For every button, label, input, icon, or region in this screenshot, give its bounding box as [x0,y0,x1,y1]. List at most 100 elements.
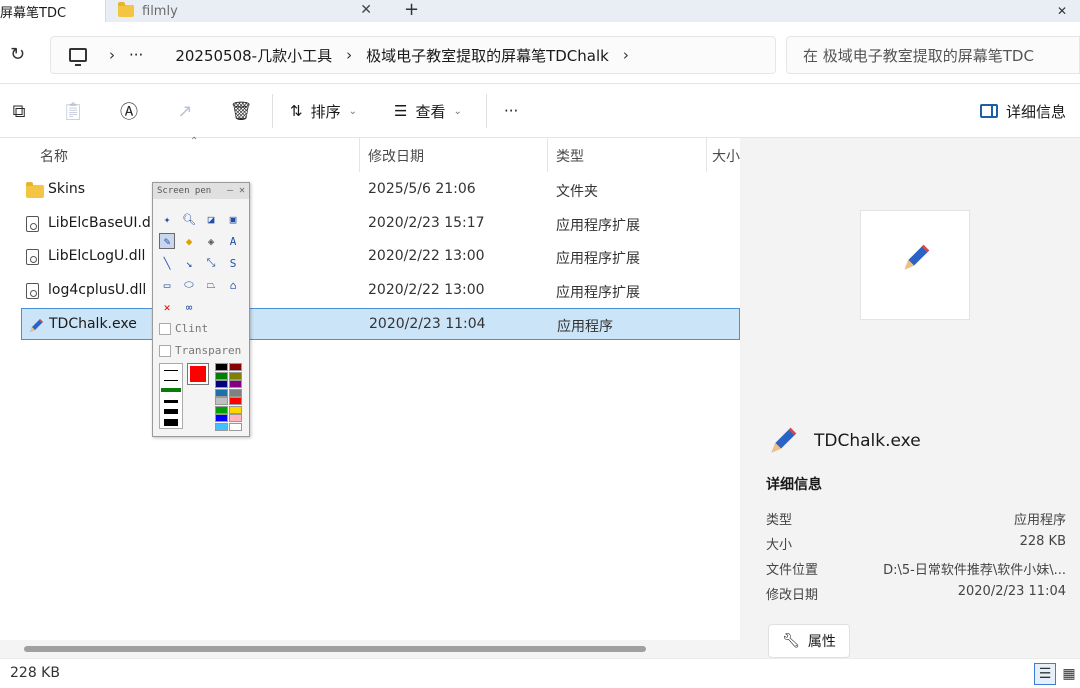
delete-icon[interactable]: 🗑︎ [230,100,253,122]
close-tab-icon[interactable]: ✕ [360,2,372,18]
chevron-right-icon[interactable]: › [346,46,352,64]
column-header-date[interactable]: 修改日期 [368,146,424,166]
more-button[interactable]: ··· [504,98,518,124]
new-tab-button[interactable]: + [404,0,419,20]
zoom-icon[interactable]: 🔍︎ [181,211,197,227]
pointer-icon[interactable]: ✦ [159,211,175,227]
color-swatch[interactable] [215,371,228,380]
color-swatch[interactable] [229,405,242,414]
refresh-icon[interactable]: ↻ [10,44,25,65]
details-view-icon[interactable]: ☰ [1034,663,1056,685]
prop-value[interactable]: D:\5-日常软件推荐\软件小妹\... [883,559,1066,578]
details-file-title: TDChalk.exe [766,424,921,458]
tab-filmly[interactable]: filmly ✕ [110,0,380,22]
eraser-icon[interactable]: ◆ [181,233,197,249]
paste-icon[interactable]: 📋︎ [62,100,85,122]
horizontal-scrollbar[interactable] [0,640,740,658]
dll-icon [26,249,39,265]
line-width-option[interactable] [164,419,178,426]
hide-icon[interactable]: ∞ [181,299,197,315]
tiles-view-icon[interactable]: ▦ [1058,663,1080,685]
column-divider[interactable] [706,138,707,172]
color-swatch[interactable] [215,363,228,371]
file-date: 2020/2/23 11:04 [369,316,486,332]
arrow-icon[interactable]: ↘ [181,255,197,271]
column-divider[interactable] [359,138,360,172]
breadcrumb-item[interactable]: 极域电子教室提取的屏幕笔TDChalk [366,45,609,66]
breadcrumb-ellipsis[interactable]: ··· [129,46,143,64]
line-width-option[interactable] [164,409,178,414]
share-icon[interactable]: ↗ [174,100,196,122]
color-swatch[interactable] [229,422,242,431]
file-row[interactable]: LibElcBaseUI.dll 2020/2/23 15:17 应用程序扩展 [0,208,740,240]
column-header-name[interactable]: 名称 [40,146,68,166]
toolbar-divider [486,94,487,128]
color-swatch[interactable] [229,380,242,388]
minimize-close-icons[interactable]: — ✕ [227,183,245,199]
file-type: 应用程序 [557,319,613,335]
screen-icon[interactable]: ◪ [203,211,219,227]
column-header-type[interactable]: 类型 [556,146,584,166]
sort-up-icon: ⌃ [190,136,199,147]
color-swatch[interactable] [215,422,228,431]
curve-icon[interactable]: S [225,255,241,271]
pen-icon [30,319,43,332]
address-bar[interactable]: › ··· 20250508-几款小工具 › 极域电子教室提取的屏幕笔TDCha… [50,36,776,74]
ellipse-icon[interactable]: ⬭ [181,277,197,293]
sort-button[interactable]: ⇅ 排序 ⌄ [290,98,357,124]
color-swatch[interactable] [215,414,228,422]
screen-pen-titlebar[interactable]: Screen pen — ✕ [153,183,249,199]
pen-icon [904,244,930,270]
save-icon[interactable]: ▣ [225,211,241,227]
transparent-checkbox[interactable]: Transparen [159,344,241,357]
file-row[interactable]: LibElcLogU.dll 2020/2/22 13:00 应用程序扩展 [0,241,740,273]
wrench-icon: 🔧︎ [782,633,800,649]
text-icon[interactable]: A [225,233,241,249]
file-row[interactable]: log4cplusU.dll 2020/2/22 13:00 应用程序扩展 [0,275,740,307]
color-swatch[interactable] [215,380,228,388]
column-header-size[interactable]: 大小 [712,146,740,166]
file-row-selected[interactable]: TDChalk.exe 2020/2/23 11:04 应用程序 [21,308,740,340]
clear-icon[interactable]: ✕ [159,299,175,315]
checkbox-box[interactable] [159,322,171,335]
polygon-icon[interactable]: ⏢ [203,277,219,293]
tab-screen-pen[interactable]: 屏幕笔TDC ✕ [0,0,135,22]
scrollbar-thumb[interactable] [24,646,646,652]
line-width-option[interactable] [164,400,178,403]
view-button[interactable]: ☰ 查看 ⌄ [394,98,462,124]
search-input[interactable]: 在 极域电子教室提取的屏幕笔TDC [786,36,1080,74]
details-pane-button[interactable]: 详细信息 [979,98,1066,124]
column-divider[interactable] [547,138,548,172]
breadcrumb-item[interactable]: 20250508-几款小工具 [175,45,332,66]
color-swatch[interactable] [229,363,242,371]
chevron-right-icon[interactable]: › [109,46,115,64]
line-width-picker[interactable] [159,363,183,429]
chevron-right-icon[interactable]: › [623,46,629,64]
rectangle-icon[interactable]: ▭ [159,277,175,293]
line-icon[interactable]: ╲ [159,255,175,271]
color-swatch[interactable] [229,414,242,422]
screen-pen-window[interactable]: Screen pen — ✕ ✦ 🔍︎ ◪ ▣ ✎ ◆ ◈ A ╲ ↘ ⤡ S … [152,182,250,437]
transparent-label: Transparen [175,344,242,357]
view-label: 查看 [415,102,446,121]
color-swatch[interactable] [215,388,228,397]
properties-button[interactable]: 🔧︎ 属性 [768,624,850,658]
fill-icon[interactable]: ◈ [203,233,219,249]
line-width-option[interactable] [164,370,178,371]
color-swatch[interactable] [229,371,242,380]
pen-tool-icon[interactable]: ✎ [159,233,175,249]
color-swatch[interactable] [215,405,228,414]
file-row[interactable]: Skins 2025/5/6 21:06 文件夹 [0,174,740,206]
window-close-button[interactable]: ✕ [1044,0,1080,22]
line-width-option-selected[interactable] [161,388,181,392]
rename-icon[interactable]: Ⓐ [118,100,140,123]
line-width-option[interactable] [164,380,178,381]
color-swatch[interactable] [215,397,228,405]
checkbox-box[interactable] [159,344,171,357]
copy-icon[interactable]: ⧉ [8,100,30,122]
clint-checkbox[interactable]: Clint [159,322,208,335]
color-swatch[interactable] [229,397,242,405]
shape-icon[interactable]: ⌂ [225,277,241,293]
color-swatch[interactable] [229,388,242,397]
double-arrow-icon[interactable]: ⤡ [203,255,219,271]
